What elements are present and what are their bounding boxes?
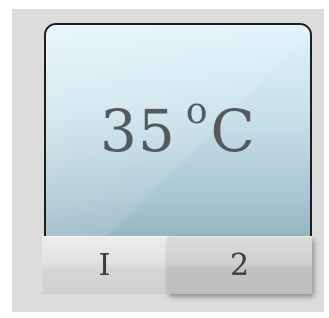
tab-2[interactable]: 2: [167, 236, 312, 294]
tab-2-label: 2: [229, 248, 250, 283]
temperature-value: 35: [100, 97, 176, 165]
tab-bar: I 2: [42, 236, 324, 296]
temperature-readout: 35 oC: [46, 91, 310, 165]
temperature-unit: C: [210, 97, 256, 165]
tab-1-label: I: [98, 248, 111, 283]
degree-symbol: o: [185, 91, 209, 132]
tab-1[interactable]: I: [42, 236, 167, 294]
temperature-display: 35 oC: [44, 23, 312, 255]
thermostat-widget: 35 oC I 2: [12, 9, 324, 312]
